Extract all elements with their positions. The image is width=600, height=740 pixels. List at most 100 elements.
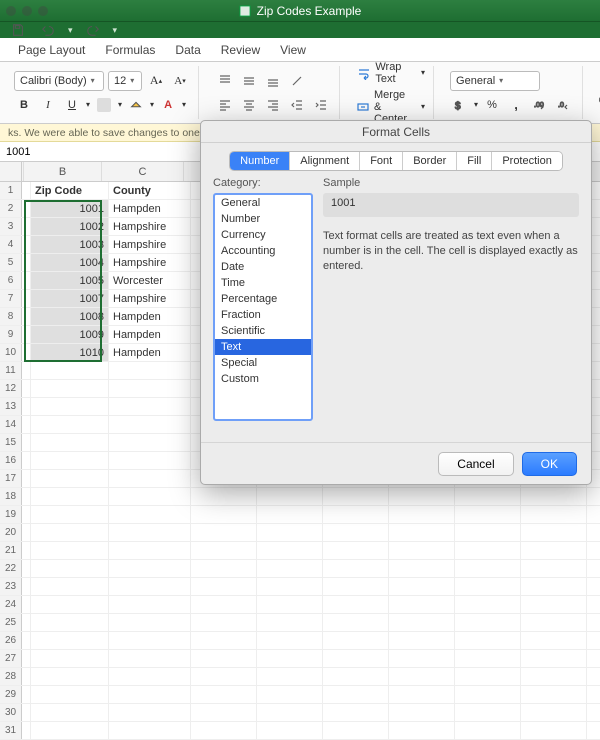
cell[interactable] [109, 452, 191, 469]
cell[interactable] [109, 614, 191, 631]
cell[interactable] [31, 524, 109, 541]
cell[interactable] [389, 542, 455, 559]
cell[interactable] [191, 524, 257, 541]
cell[interactable] [191, 488, 257, 505]
cell[interactable] [191, 596, 257, 613]
ribbon-tab[interactable]: Formulas [95, 38, 165, 61]
cell[interactable] [389, 578, 455, 595]
cell[interactable] [257, 578, 323, 595]
cell[interactable] [323, 560, 389, 577]
category-item[interactable]: Percentage [215, 291, 311, 307]
cell[interactable] [323, 506, 389, 523]
cell[interactable] [22, 362, 31, 379]
cell[interactable] [22, 308, 31, 325]
cell[interactable] [389, 650, 455, 667]
cell[interactable]: 1001 [31, 200, 109, 217]
row-header[interactable]: 11 [0, 362, 22, 379]
cell[interactable] [323, 686, 389, 703]
cell[interactable] [521, 686, 587, 703]
cell[interactable] [22, 614, 31, 631]
cell[interactable] [31, 614, 109, 631]
ribbon-tab[interactable]: View [270, 38, 316, 61]
cell[interactable] [389, 506, 455, 523]
cell[interactable]: 1004 [31, 254, 109, 271]
cell[interactable]: Zip Code [31, 182, 109, 199]
cell[interactable] [22, 668, 31, 685]
dialog-tab[interactable]: Protection [492, 152, 562, 170]
align-middle-icon[interactable] [239, 71, 259, 91]
cell[interactable] [31, 470, 109, 487]
cell[interactable] [31, 704, 109, 721]
cell[interactable] [22, 560, 31, 577]
cell[interactable] [191, 686, 257, 703]
cell[interactable]: County [109, 182, 191, 199]
cell[interactable] [109, 722, 191, 739]
cell[interactable] [22, 704, 31, 721]
cell[interactable] [191, 704, 257, 721]
row-header[interactable]: 8 [0, 308, 22, 325]
dialog-tab[interactable]: Number [230, 152, 290, 170]
cell[interactable] [31, 380, 109, 397]
cell[interactable] [109, 380, 191, 397]
cell[interactable] [109, 650, 191, 667]
row-header[interactable]: 24 [0, 596, 22, 613]
row-header[interactable]: 31 [0, 722, 22, 739]
cell[interactable]: Hampden [109, 344, 191, 361]
cell[interactable]: Hampden [109, 326, 191, 343]
cell[interactable] [323, 542, 389, 559]
row-header[interactable]: 20 [0, 524, 22, 541]
ok-button[interactable]: OK [522, 452, 577, 476]
increase-decimal-icon[interactable]: .00 [530, 95, 550, 115]
merge-center-button[interactable]: Merge & Center▾ [356, 89, 425, 125]
cell[interactable] [109, 632, 191, 649]
align-top-icon[interactable] [215, 71, 235, 91]
row-header[interactable]: 25 [0, 614, 22, 631]
cell[interactable] [109, 578, 191, 595]
cell[interactable] [31, 488, 109, 505]
cell[interactable] [521, 524, 587, 541]
cell[interactable]: 1002 [31, 218, 109, 235]
cell[interactable] [31, 452, 109, 469]
cell[interactable] [455, 524, 521, 541]
cell[interactable] [455, 614, 521, 631]
cell[interactable]: 1007 [31, 290, 109, 307]
cell[interactable] [257, 632, 323, 649]
row-header[interactable]: 17 [0, 470, 22, 487]
cell[interactable] [109, 668, 191, 685]
cell[interactable] [109, 560, 191, 577]
cell[interactable] [191, 578, 257, 595]
cell[interactable] [521, 578, 587, 595]
border-icon[interactable] [94, 95, 114, 115]
row-header[interactable]: 4 [0, 236, 22, 253]
cell[interactable]: 1010 [31, 344, 109, 361]
cell[interactable] [109, 362, 191, 379]
cell[interactable] [22, 272, 31, 289]
cell[interactable] [191, 722, 257, 739]
cell[interactable] [22, 650, 31, 667]
align-center-icon[interactable] [239, 95, 259, 115]
cell[interactable] [323, 722, 389, 739]
cell[interactable] [521, 722, 587, 739]
cell[interactable] [257, 542, 323, 559]
cell[interactable] [31, 596, 109, 613]
cell[interactable] [22, 632, 31, 649]
cell[interactable] [257, 704, 323, 721]
cell[interactable] [109, 488, 191, 505]
cell[interactable] [521, 668, 587, 685]
cell[interactable] [455, 650, 521, 667]
cell[interactable] [191, 668, 257, 685]
cell[interactable] [521, 704, 587, 721]
cell[interactable] [22, 236, 31, 253]
cell[interactable] [389, 632, 455, 649]
category-item[interactable]: Number [215, 211, 311, 227]
cell[interactable] [191, 632, 257, 649]
row-header[interactable]: 28 [0, 668, 22, 685]
cell[interactable] [22, 398, 31, 415]
decrease-indent-icon[interactable] [287, 95, 307, 115]
category-item[interactable]: Scientific [215, 323, 311, 339]
wrap-text-button[interactable]: Wrap Text▾ [356, 62, 425, 85]
cell[interactable] [521, 542, 587, 559]
cell[interactable] [389, 722, 455, 739]
cell[interactable] [31, 542, 109, 559]
cell[interactable] [22, 200, 31, 217]
